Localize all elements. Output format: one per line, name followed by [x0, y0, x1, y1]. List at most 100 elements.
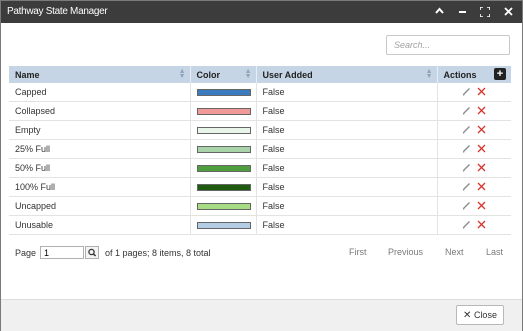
color-swatch — [196, 107, 251, 115]
row-actions — [437, 215, 511, 235]
edit-icon[interactable] — [462, 87, 471, 98]
column-header-actions: Actions + — [437, 66, 511, 83]
delete-icon[interactable] — [477, 125, 486, 136]
pager: Page of 1 pages; 8 items, 8 total First … — [9, 243, 511, 263]
row-name: 50% Full — [9, 158, 191, 178]
table-row[interactable]: 100% Full False — [9, 177, 511, 197]
row-actions — [437, 158, 511, 178]
edit-icon[interactable] — [462, 220, 471, 231]
row-color — [190, 196, 257, 216]
delete-icon[interactable] — [477, 106, 486, 117]
row-actions — [437, 120, 511, 140]
delete-icon[interactable] — [477, 144, 486, 155]
row-user-added: False — [256, 101, 438, 121]
row-user-added: False — [256, 196, 438, 216]
color-swatch — [196, 88, 251, 96]
row-name: Empty — [9, 120, 191, 140]
row-name: Unusable — [9, 215, 191, 235]
delete-icon[interactable] — [477, 220, 486, 231]
color-swatch — [196, 221, 251, 229]
row-user-added: False — [256, 83, 438, 102]
table-row[interactable]: 25% Full False — [9, 139, 511, 159]
first-page-link[interactable]: First — [349, 247, 367, 257]
row-color — [190, 101, 257, 121]
color-swatch — [196, 126, 251, 134]
search-input[interactable] — [386, 35, 510, 55]
column-header-user-added-label: User Added — [262, 69, 313, 80]
edit-icon[interactable] — [462, 201, 471, 212]
row-actions — [437, 196, 511, 216]
row-color — [190, 158, 257, 178]
color-swatch — [196, 183, 251, 191]
row-color — [190, 139, 257, 159]
delete-icon[interactable] — [477, 201, 486, 212]
delete-icon[interactable] — [477, 87, 486, 98]
previous-page-link[interactable]: Previous — [388, 247, 423, 257]
sort-icon: ▲ ▼ — [425, 68, 433, 80]
row-user-added: False — [256, 158, 438, 178]
pathway-state-manager-window: Pathway State Manager Name ▲▼ — [0, 0, 523, 331]
next-page-link[interactable]: Next — [445, 247, 464, 257]
page-label: Page — [15, 248, 37, 258]
titlebar[interactable]: Pathway State Manager — [1, 1, 522, 23]
row-color — [190, 120, 257, 140]
page-search-icon[interactable] — [85, 246, 99, 259]
row-color — [190, 177, 257, 197]
row-color — [190, 83, 257, 102]
column-header-user-added[interactable]: User Added ▲ ▼ — [256, 66, 438, 83]
window-title: Pathway State Manager — [7, 6, 108, 17]
close-icon[interactable] — [500, 4, 516, 20]
edit-icon[interactable] — [462, 144, 471, 155]
color-swatch — [196, 202, 251, 210]
row-name: Uncapped — [9, 196, 191, 216]
row-user-added: False — [256, 177, 438, 197]
maximize-icon[interactable] — [477, 4, 493, 20]
edit-icon[interactable] — [462, 163, 471, 174]
row-user-added: False — [256, 215, 438, 235]
row-user-added: False — [256, 120, 438, 140]
delete-icon[interactable] — [477, 163, 486, 174]
row-user-added: False — [256, 139, 438, 159]
column-header-color[interactable]: Color ▲ ▼ — [190, 66, 257, 83]
dialog-footer: ✕ Close — [1, 299, 522, 331]
sort-icon: ▲ ▼ — [244, 68, 252, 80]
collapse-up-icon[interactable] — [431, 4, 447, 20]
states-table: Name ▲ ▼ Color ▲ ▼ User Added ▲ ▼ Actions + — [9, 66, 511, 235]
column-header-name-label: Name — [15, 69, 40, 80]
delete-icon[interactable] — [477, 182, 486, 193]
row-name: 100% Full — [9, 177, 191, 197]
row-name: Capped — [9, 83, 191, 102]
table-row[interactable]: Empty False — [9, 120, 511, 140]
add-state-icon[interactable]: + — [494, 68, 506, 80]
row-actions — [437, 101, 511, 121]
row-name: Collapsed — [9, 101, 191, 121]
edit-icon[interactable] — [462, 125, 471, 136]
header-row: Name ▲ ▼ Color ▲ ▼ User Added ▲ ▼ Actions + — [9, 66, 511, 83]
edit-icon[interactable] — [462, 182, 471, 193]
close-button[interactable]: ✕ Close — [456, 305, 504, 325]
column-header-name[interactable]: Name ▲ ▼ — [9, 66, 191, 83]
close-button-icon: ✕ — [463, 310, 472, 321]
table-row[interactable]: Uncapped False — [9, 196, 511, 216]
color-swatch — [196, 164, 251, 172]
column-header-color-label: Color — [196, 69, 221, 80]
table-row[interactable]: Unusable False — [9, 215, 511, 235]
sort-icon: ▲ ▼ — [178, 68, 186, 80]
column-header-actions-label: Actions — [443, 69, 477, 80]
row-actions — [437, 83, 511, 102]
table-row[interactable]: 50% Full False — [9, 158, 511, 178]
edit-icon[interactable] — [462, 106, 471, 117]
row-name: 25% Full — [9, 139, 191, 159]
last-page-link[interactable]: Last — [486, 247, 503, 257]
minimize-icon[interactable] — [454, 4, 470, 20]
color-swatch — [196, 145, 251, 153]
table-row[interactable]: Collapsed False — [9, 101, 511, 121]
row-actions — [437, 177, 511, 197]
close-button-label: Close — [473, 310, 497, 320]
page-number-input[interactable] — [40, 246, 84, 259]
row-color — [190, 215, 257, 235]
page-summary: of 1 pages; 8 items, 8 total — [105, 248, 211, 258]
table-row[interactable]: Capped False — [9, 83, 511, 102]
states-grid: Name ▲ ▼ Color ▲ ▼ User Added ▲ ▼ Actions + — [9, 66, 511, 235]
row-actions — [437, 139, 511, 159]
